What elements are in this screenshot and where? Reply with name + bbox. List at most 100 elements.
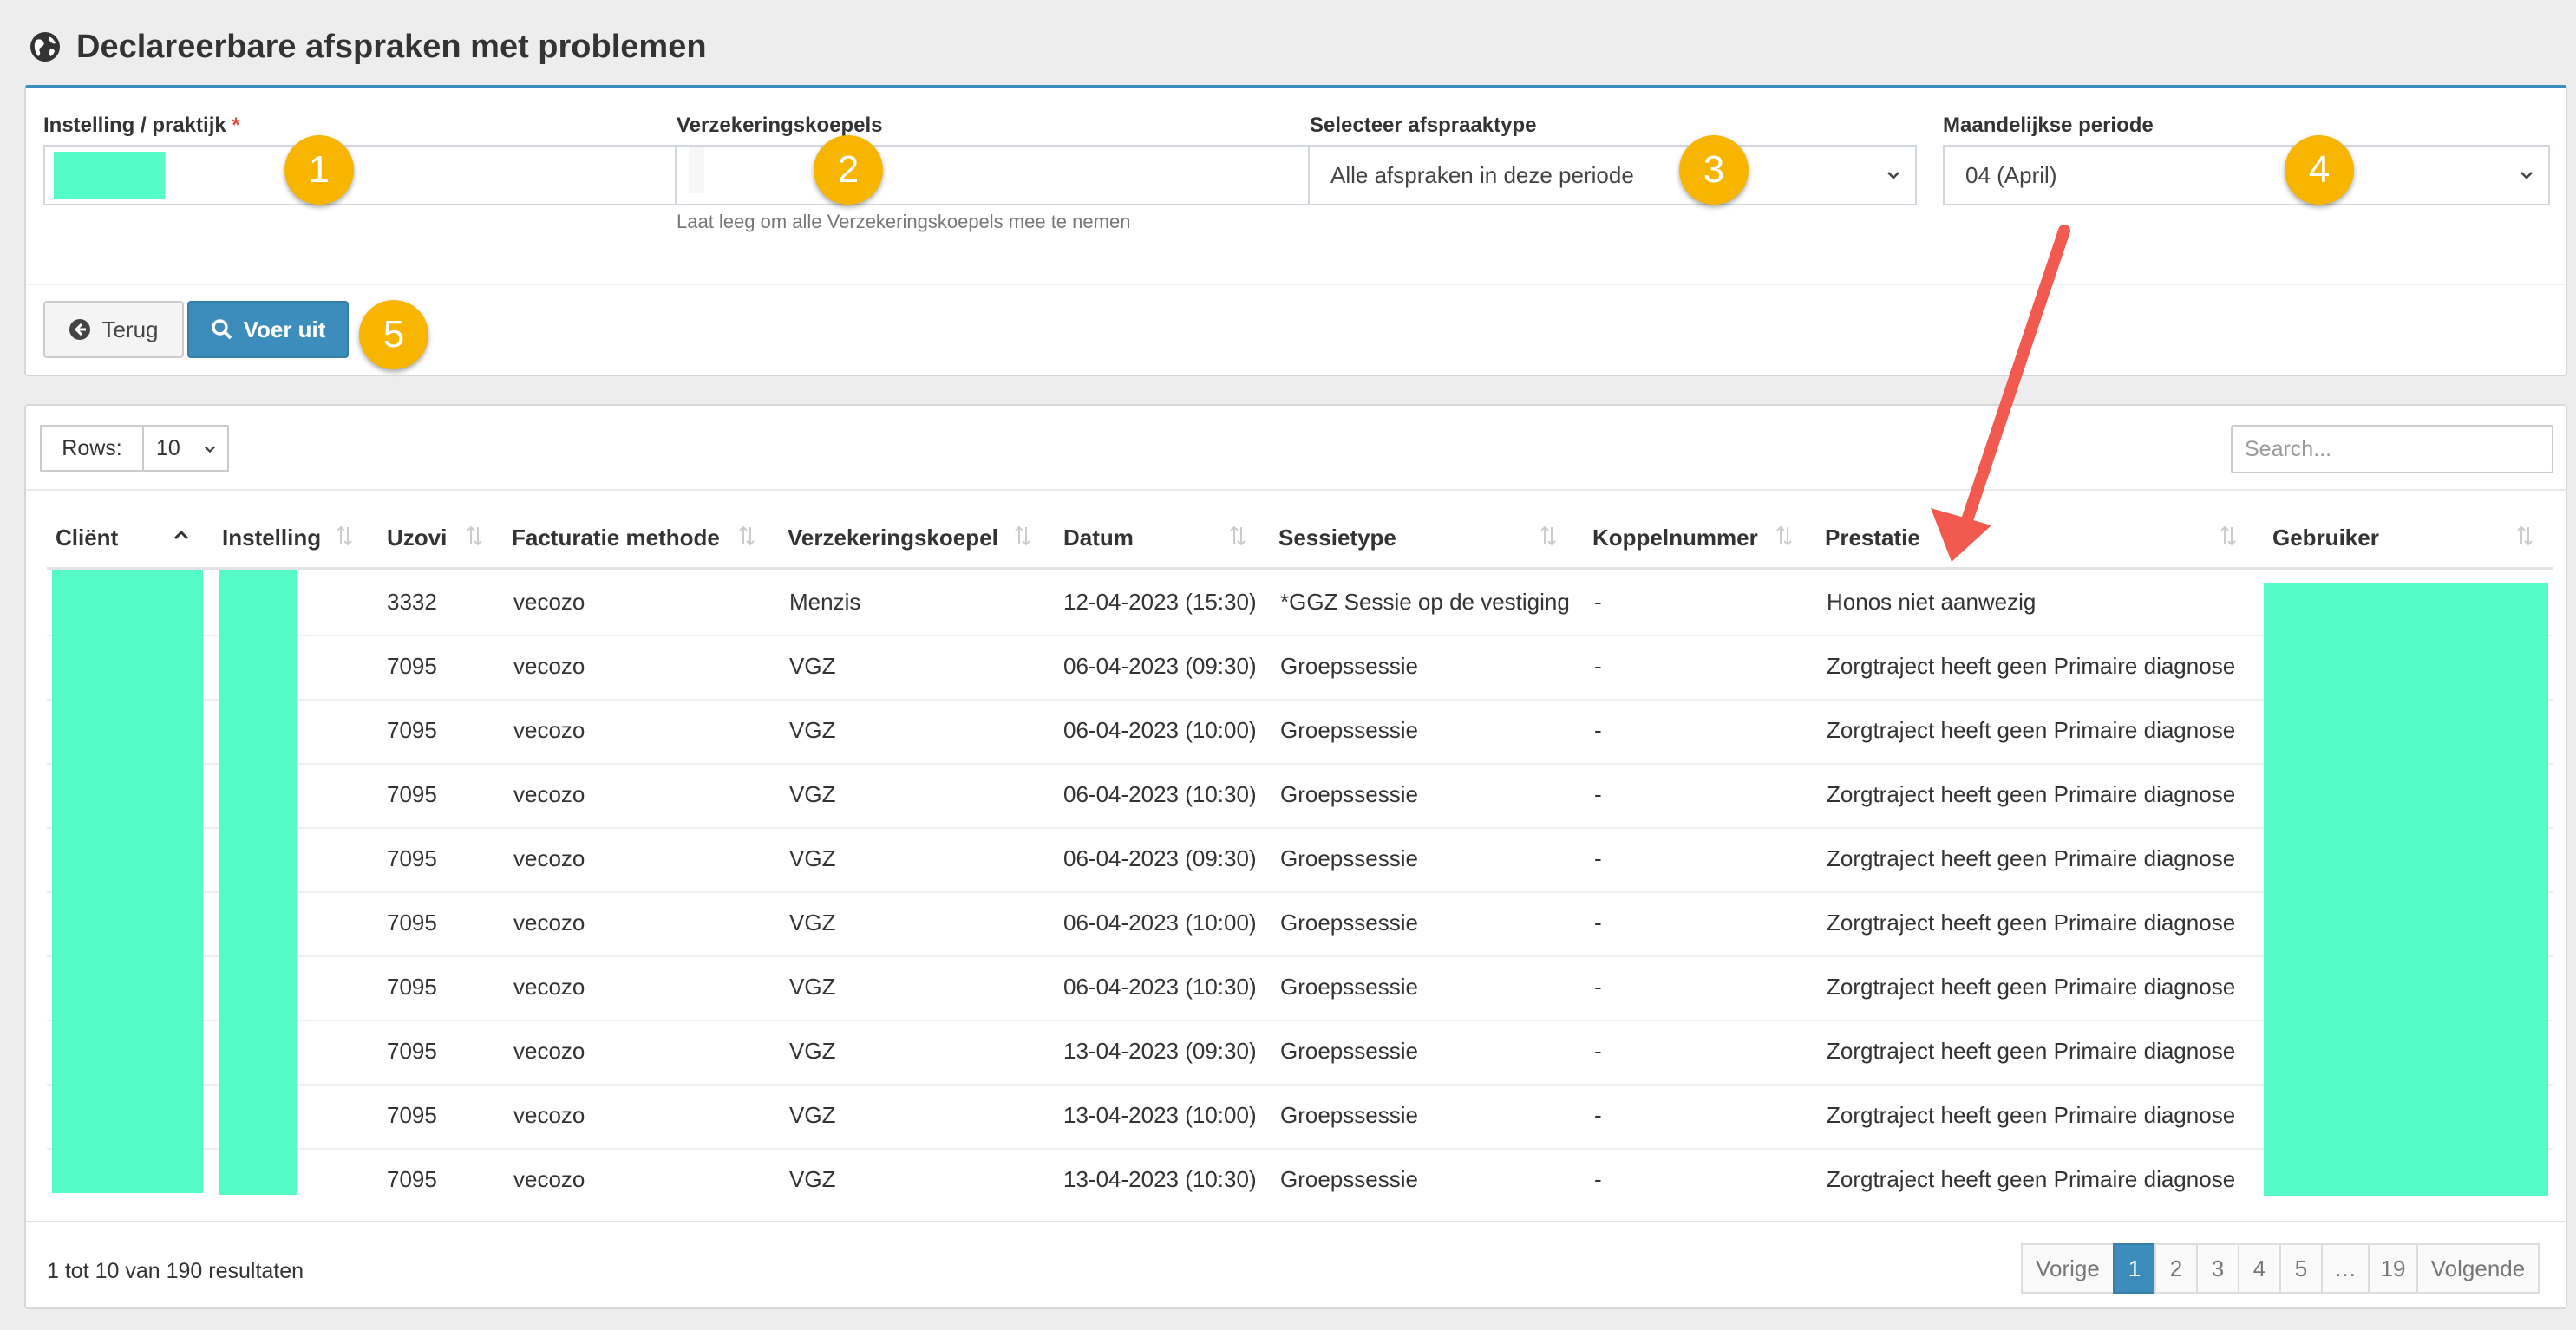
cell-prestatie: Zorgtraject heeft geen Primaire diagnose xyxy=(1827,844,2236,871)
row-divider xyxy=(47,1020,2553,1021)
pagination-page[interactable]: 3 xyxy=(2196,1243,2239,1294)
cell-prestatie: Zorgtraject heeft geen Primaire diagnose xyxy=(1827,1037,2236,1064)
column-header-datum[interactable]: Datum xyxy=(1063,520,1134,555)
cell-uzovi: 7095 xyxy=(387,716,437,743)
cell-facturatie: vecozo xyxy=(513,652,585,679)
pagination-page[interactable]: 2 xyxy=(2154,1243,2198,1294)
rows-label: Rows: xyxy=(40,425,144,472)
divider xyxy=(26,1221,2566,1222)
pagination-next[interactable]: Volgende xyxy=(2416,1243,2540,1294)
cell-sessietype: Groepssessie xyxy=(1280,1165,1418,1192)
results-info: 1 tot 10 van 190 resultaten xyxy=(47,1259,304,1283)
cell-koepel: VGZ xyxy=(789,1037,836,1064)
row-divider xyxy=(47,635,2553,636)
cell-koppelnummer: - xyxy=(1594,1165,1602,1192)
cell-facturatie: vecozo xyxy=(513,1037,585,1064)
chevron-down-icon xyxy=(204,446,216,453)
redacted-instelling-column xyxy=(219,570,297,1195)
type-select-value: Alle afspraken in deze periode xyxy=(1330,161,1634,188)
column-header-instelling[interactable]: Instelling xyxy=(222,520,321,555)
column-header-client[interactable]: Cliënt xyxy=(56,520,118,555)
chevron-down-icon xyxy=(2520,172,2533,179)
cell-uzovi: 3332 xyxy=(387,588,437,615)
sort-icon[interactable] xyxy=(465,524,484,548)
cell-koepel: VGZ xyxy=(789,716,836,743)
cell-sessietype: *GGZ Sessie op de vestiging xyxy=(1280,588,1570,615)
cell-datum: 13-04-2023 (10:00) xyxy=(1063,1101,1257,1128)
cell-koppelnummer: - xyxy=(1594,588,1602,615)
cell-facturatie: vecozo xyxy=(513,716,585,743)
cell-uzovi: 7095 xyxy=(387,1165,437,1192)
cell-datum: 06-04-2023 (10:30) xyxy=(1063,780,1257,807)
row-divider xyxy=(47,1148,2553,1150)
sort-icon[interactable] xyxy=(335,524,354,548)
cell-prestatie: Zorgtraject heeft geen Primaire diagnose xyxy=(1827,973,2236,1000)
instelling-select[interactable] xyxy=(43,145,677,205)
cell-koppelnummer: - xyxy=(1594,1037,1602,1064)
koepel-multiselect[interactable] xyxy=(677,145,1310,205)
sort-icon[interactable] xyxy=(737,524,756,548)
pagination-page[interactable]: 1 xyxy=(2113,1243,2156,1294)
pagination-page[interactable]: 5 xyxy=(2279,1243,2323,1294)
cell-koepel: VGZ xyxy=(789,1165,836,1192)
cell-datum: 06-04-2023 (09:30) xyxy=(1063,844,1257,871)
cell-koepel: VGZ xyxy=(789,973,836,1000)
rows-select[interactable]: 10 xyxy=(144,425,229,472)
instelling-label: Instelling / praktijk * xyxy=(43,114,240,137)
cell-koppelnummer: - xyxy=(1594,652,1602,679)
period-select[interactable]: 04 (April) xyxy=(1943,145,2550,205)
cell-prestatie: Zorgtraject heeft geen Primaire diagnose xyxy=(1827,1165,2236,1192)
pagination-page[interactable]: 4 xyxy=(2238,1243,2281,1294)
cell-koepel: VGZ xyxy=(789,652,836,679)
sort-icon[interactable] xyxy=(1775,524,1794,548)
sort-icon[interactable] xyxy=(2515,524,2534,548)
column-header-koppelnummer[interactable]: Koppelnummer xyxy=(1592,520,1758,555)
cell-uzovi: 7095 xyxy=(387,652,437,679)
sort-icon[interactable] xyxy=(2219,524,2238,548)
pagination: Vorige 1 2 3 4 5 … 19 Volgende xyxy=(2021,1243,2540,1294)
cell-sessietype: Groepssessie xyxy=(1280,973,1418,1000)
cell-sessietype: Groepssessie xyxy=(1280,716,1418,743)
cell-koepel: VGZ xyxy=(789,780,836,807)
cell-koepel: Menzis xyxy=(789,588,861,615)
cell-datum: 06-04-2023 (10:30) xyxy=(1063,973,1257,1000)
arrow-circle-left-icon xyxy=(69,319,91,340)
cell-datum: 06-04-2023 (10:00) xyxy=(1063,716,1257,743)
koepel-chip-redacted xyxy=(689,147,704,193)
cell-facturatie: vecozo xyxy=(513,909,585,936)
sort-up-icon[interactable] xyxy=(172,524,191,548)
table-search-input[interactable] xyxy=(2231,425,2553,473)
type-select[interactable]: Alle afspraken in deze periode xyxy=(1310,145,1917,205)
cell-koppelnummer: - xyxy=(1594,716,1602,743)
pagination-page[interactable]: 19 xyxy=(2368,1243,2418,1294)
run-button[interactable]: Voer uit xyxy=(187,301,349,358)
cell-datum: 12-04-2023 (15:30) xyxy=(1063,588,1257,615)
column-header-prestatie[interactable]: Prestatie xyxy=(1825,520,1920,555)
cell-prestatie: Zorgtraject heeft geen Primaire diagnose xyxy=(1827,652,2236,679)
pagination-previous[interactable]: Vorige xyxy=(2021,1243,2115,1294)
page-title: Declareerbare afspraken met problemen xyxy=(76,28,707,65)
sort-icon[interactable] xyxy=(1013,524,1032,548)
sort-icon[interactable] xyxy=(1539,524,1558,548)
type-label: Selecteer afspraaktype xyxy=(1310,114,1537,137)
redacted-client-column xyxy=(52,570,203,1193)
cell-facturatie: vecozo xyxy=(513,780,585,807)
column-header-uzovi[interactable]: Uzovi xyxy=(387,520,447,555)
column-header-facturatie[interactable]: Facturatie methode xyxy=(512,520,720,555)
cell-uzovi: 7095 xyxy=(387,1101,437,1128)
cell-datum: 06-04-2023 (09:30) xyxy=(1063,652,1257,679)
cell-koppelnummer: - xyxy=(1594,973,1602,1000)
column-header-sessietype[interactable]: Sessietype xyxy=(1278,520,1396,555)
column-header-koepel[interactable]: Verzekeringskoepel xyxy=(788,520,998,555)
annotation-badge-2: 2 xyxy=(814,135,883,205)
divider xyxy=(26,489,2566,491)
cell-uzovi: 7095 xyxy=(387,909,437,936)
column-header-gebruiker[interactable]: Gebruiker xyxy=(2272,520,2379,555)
back-button[interactable]: Terug xyxy=(43,301,184,358)
chevron-down-icon xyxy=(1887,172,1899,179)
cell-sessietype: Groepssessie xyxy=(1280,1101,1418,1128)
period-select-value: 04 (April) xyxy=(1965,161,2057,188)
sort-icon[interactable] xyxy=(1228,524,1247,548)
cell-koepel: VGZ xyxy=(789,909,836,936)
koepel-help-text: Laat leeg om alle Verzekeringskoepels me… xyxy=(677,211,1131,232)
